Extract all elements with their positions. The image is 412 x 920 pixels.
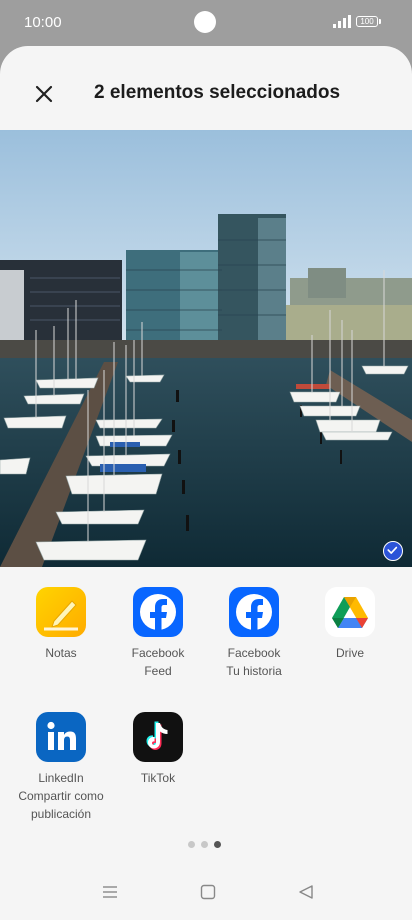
share-target-notas[interactable]: Notas [13,587,109,662]
facebook-icon [133,587,183,637]
signal-icon [333,15,351,28]
share-target-drive[interactable]: Drive [302,587,398,662]
back-icon[interactable] [298,884,314,900]
linkedin-icon [36,712,86,762]
app-sublabel: Tu historia [226,664,282,678]
page-dot[interactable] [188,841,195,848]
app-sublabel: Feed [144,664,172,678]
share-target-linkedin[interactable]: LinkedIn Compartir como publicación [13,712,109,823]
page-title: 2 elementos seleccionados [94,82,341,103]
page-dot[interactable] [201,841,208,848]
app-label: LinkedIn [38,771,84,785]
app-label: Facebook [227,646,281,660]
notes-icon [36,587,86,637]
home-icon[interactable] [200,884,216,900]
drive-icon [325,587,375,637]
share-target-tiktok[interactable]: TikTok [110,712,206,787]
recents-icon[interactable] [102,884,118,900]
image-preview[interactable] [0,130,412,567]
battery-icon: 100 [356,16,381,27]
facebook-icon [229,587,279,637]
selected-check-icon[interactable] [383,541,403,561]
app-label: Notas [45,646,77,660]
app-label: TikTok [140,771,176,785]
tiktok-icon [133,712,183,762]
app-sublabel: Compartir como publicación [18,789,104,821]
close-icon[interactable] [30,80,58,108]
share-sheet: 2 elementos seleccionados Notas Facebook… [0,46,412,920]
app-label: Facebook [131,646,185,660]
navigation-bar [0,870,412,920]
share-target-facebook-feed[interactable]: Facebook Feed [110,587,206,680]
battery-level: 100 [360,17,374,26]
front-camera [194,11,216,33]
page-indicator [188,835,227,853]
status-bar: 10:00 100 [0,0,412,46]
share-header: 2 elementos seleccionados [0,46,412,130]
page-dot-active[interactable] [214,841,221,848]
status-time: 10:00 [24,14,62,31]
share-target-facebook-story[interactable]: Facebook Tu historia [206,587,302,680]
app-label: Drive [335,646,364,660]
